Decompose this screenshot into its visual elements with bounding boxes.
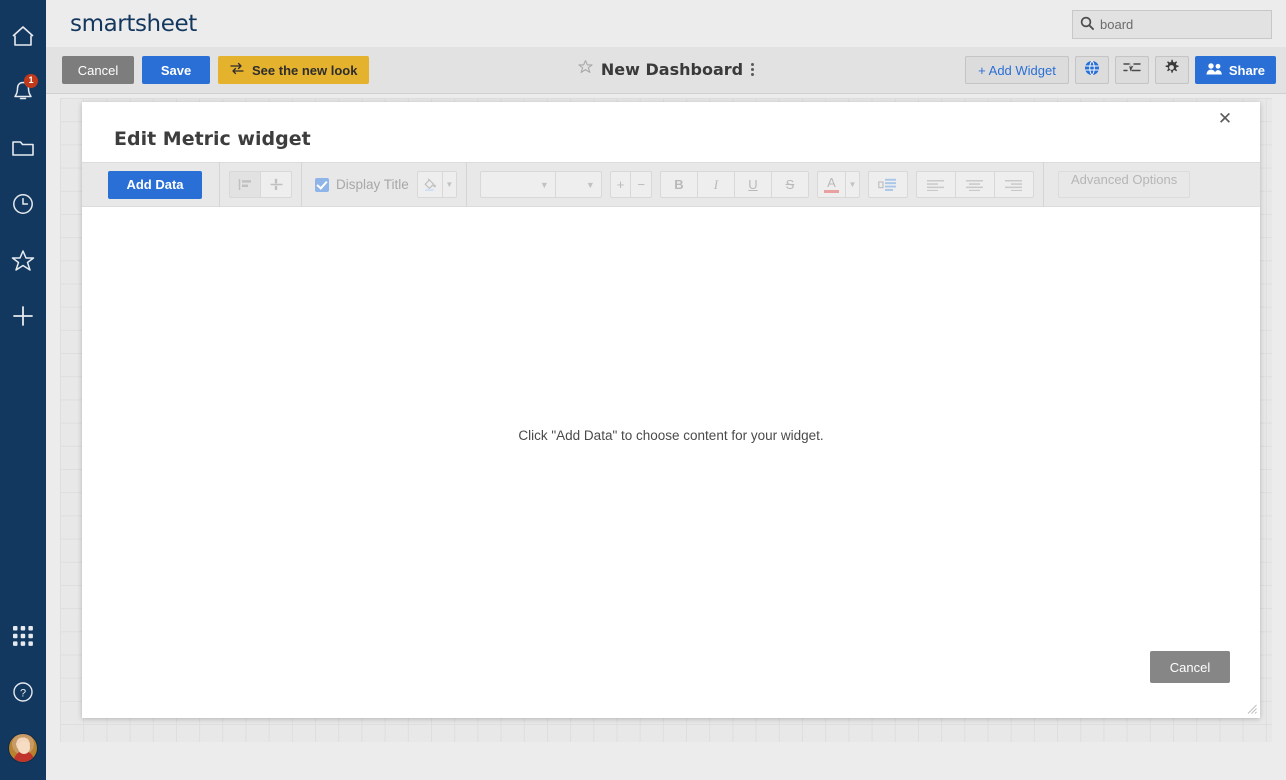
display-title-checkbox[interactable]: Display Title (315, 177, 409, 192)
toolbar-group-data: Add Data (82, 162, 220, 207)
display-title-label: Display Title (336, 177, 409, 192)
toolbar-group-title: Display Title ▼ (302, 162, 467, 207)
text-color-control: A ▼ (817, 171, 860, 198)
search-input[interactable]: board (1072, 10, 1272, 39)
save-button[interactable]: Save (142, 56, 210, 84)
align-vertical-icon[interactable] (260, 171, 292, 198)
font-size-select[interactable]: ▼ (556, 171, 602, 198)
paint-bucket-icon[interactable] (417, 171, 443, 198)
vertical-dots-icon[interactable] (751, 63, 754, 76)
toolbar-group-align-widget (220, 162, 302, 207)
close-icon[interactable]: ✕ (1215, 109, 1235, 129)
share-label: Share (1229, 63, 1265, 78)
empty-state-message: Click "Add Data" to choose content for y… (82, 428, 1260, 443)
sidebar-item-create[interactable] (0, 288, 46, 344)
page-title[interactable]: New Dashboard (601, 60, 743, 79)
bold-button[interactable]: B (660, 171, 698, 198)
align-center-icon[interactable] (955, 171, 995, 198)
search-value: board (1100, 17, 1133, 32)
font-size-stepper: + − (610, 171, 652, 198)
cancel-button-top[interactable]: Cancel (62, 56, 134, 84)
align-right-icon[interactable] (994, 171, 1034, 198)
publish-button[interactable] (1075, 56, 1109, 84)
clock-icon (11, 192, 35, 216)
sidebar-item-notifications[interactable]: 1 (0, 64, 46, 120)
advanced-options-button[interactable]: Advanced Options (1058, 171, 1190, 198)
italic-button[interactable]: I (697, 171, 735, 198)
font-family-select[interactable]: ▼ (480, 171, 556, 198)
sidebar-item-home[interactable] (0, 8, 46, 64)
add-data-button[interactable]: Add Data (108, 171, 202, 199)
plus-icon (11, 304, 35, 328)
dialog-title: Edit Metric widget (114, 128, 311, 150)
swap-arrows-icon (230, 62, 244, 78)
edit-metric-widget-dialog: Edit Metric widget ✕ Add Data (82, 102, 1260, 718)
text-align-segment (916, 171, 1034, 198)
underline-button[interactable]: U (734, 171, 772, 198)
text-color-button[interactable]: A (817, 171, 846, 198)
smartsheet-logo[interactable]: smartsheet (70, 11, 197, 37)
activity-log-button[interactable] (1115, 56, 1149, 84)
sidebar-item-browse[interactable] (0, 120, 46, 176)
folder-icon (11, 138, 35, 158)
action-bar-right: + Add Widget Share (965, 56, 1276, 84)
star-outline-icon[interactable] (578, 59, 593, 79)
search-icon (1080, 16, 1094, 33)
cancel-button-dialog[interactable]: Cancel (1150, 651, 1230, 683)
see-new-look-button[interactable]: See the new look (218, 56, 369, 84)
resize-grip-icon[interactable] (1244, 701, 1257, 714)
see-new-look-label: See the new look (252, 63, 357, 78)
widget-toolbar: Add Data Display Title (82, 162, 1260, 207)
align-left-icon[interactable] (916, 171, 956, 198)
strikethrough-button[interactable]: S (771, 171, 809, 198)
dashboard-action-bar: Cancel Save See the new look New Dashboa… (46, 47, 1286, 94)
text-color-label: A (827, 177, 836, 189)
sidebar-item-favorites[interactable] (0, 232, 46, 288)
fill-color-chevron-down-icon[interactable]: ▼ (443, 171, 457, 198)
globe-icon (1084, 60, 1100, 81)
notification-badge: 1 (24, 74, 38, 88)
fill-color-control: ▼ (417, 171, 457, 198)
top-bar: smartsheet board (46, 0, 1286, 47)
sidebar-item-app-launcher[interactable] (0, 608, 46, 664)
font-increase-button[interactable]: + (610, 171, 632, 198)
font-decrease-button[interactable]: − (630, 171, 652, 198)
question-circle-icon: ? (11, 680, 35, 704)
settings-button[interactable] (1155, 56, 1189, 84)
sidebar-item-recents[interactable] (0, 176, 46, 232)
wrap-text-icon[interactable] (868, 171, 908, 198)
share-button[interactable]: Share (1195, 56, 1276, 84)
sidebar-item-help[interactable]: ? (0, 664, 46, 720)
people-icon (1206, 62, 1223, 78)
toolbar-group-advanced: Advanced Options (1044, 162, 1199, 207)
activity-log-icon (1123, 60, 1141, 80)
text-color-chevron-down-icon[interactable]: ▼ (846, 171, 860, 198)
home-icon (11, 25, 35, 47)
grid-icon (13, 626, 33, 646)
align-horizontal-icon[interactable] (229, 171, 261, 198)
toolbar-group-font: ▼ ▼ + − B I U S (467, 162, 1044, 207)
dialog-body: Click "Add Data" to choose content for y… (82, 207, 1260, 717)
font-controls: ▼ ▼ (480, 171, 602, 198)
left-sidebar: 1 (0, 0, 46, 780)
avatar (8, 733, 38, 763)
svg-text:?: ? (20, 688, 26, 700)
dialog-header: Edit Metric widget ✕ (82, 102, 1260, 162)
gear-icon (1163, 59, 1180, 81)
add-widget-button[interactable]: + Add Widget (965, 56, 1069, 84)
sidebar-item-account[interactable] (0, 720, 46, 776)
smartsheet-app: 1 (0, 0, 1286, 780)
checkbox-checked-icon (315, 178, 329, 192)
text-style-segment: B I U S (660, 171, 809, 198)
widget-align-segment (229, 171, 292, 198)
star-icon (11, 249, 35, 272)
text-color-swatch (824, 190, 839, 193)
